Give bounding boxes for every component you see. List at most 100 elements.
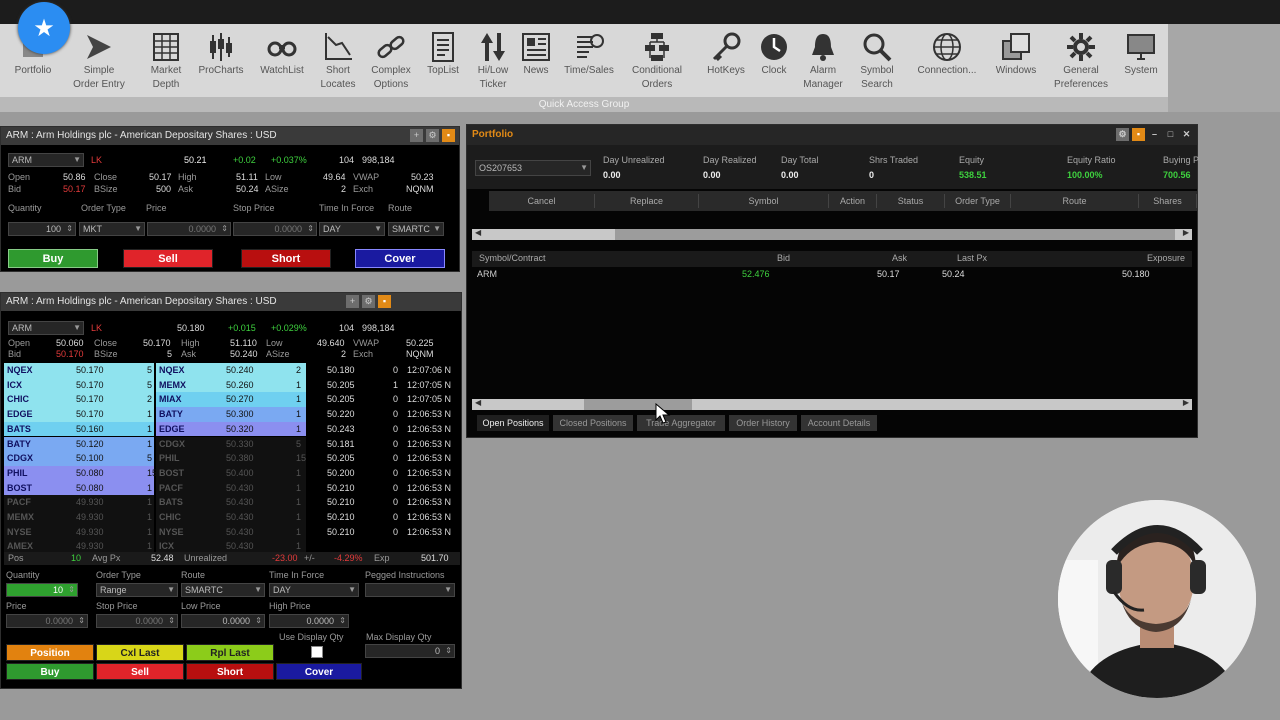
table-row[interactable]: BOST 50.400 1 <box>156 465 306 481</box>
settings-icon[interactable]: ⚙ <box>362 295 375 308</box>
sell-button[interactable]: Sell <box>96 663 184 680</box>
scrollbar-thumb[interactable] <box>615 229 1175 240</box>
table-row[interactable]: BATS 50.430 1 <box>156 495 306 510</box>
replace-last-button[interactable]: Rpl Last <box>186 644 274 661</box>
orders-horizontal-scrollbar[interactable]: ◀ ▶ <box>472 228 1192 240</box>
route-select[interactable]: SMARTC ▼ <box>181 583 265 597</box>
tab-account-details[interactable]: Account Details <box>801 415 877 431</box>
table-row[interactable]: CDGX 50.330 5 <box>156 436 306 452</box>
short-button[interactable]: Short <box>186 663 274 680</box>
table-row[interactable]: PACF 49.930 1 <box>4 495 154 510</box>
column-header[interactable]: Route <box>1011 194 1139 208</box>
favorite-star-icon[interactable]: ★ <box>18 2 70 54</box>
column-header[interactable]: Symbol/Contract <box>479 253 546 263</box>
tif-select[interactable]: DAY ▼ <box>319 222 385 236</box>
ribbon-symbol-search-button[interactable]: Symbol Search <box>843 30 911 92</box>
stop-price-input[interactable]: 0.0000 ⇕ <box>96 614 178 628</box>
table-row[interactable]: BOST 50.080 1 <box>4 480 154 496</box>
ribbon-windows-button[interactable]: Windows <box>982 30 1050 78</box>
sell-button[interactable]: Sell <box>123 249 213 268</box>
close-icon[interactable]: ✕ <box>1180 128 1193 141</box>
column-header[interactable]: Ask <box>892 253 907 263</box>
column-header[interactable]: Last Px <box>957 253 987 263</box>
tab-trade-aggregator[interactable]: Trade Aggregator <box>637 415 725 431</box>
table-row[interactable]: MEMX 49.930 1 <box>4 510 154 525</box>
ribbon-connection-button[interactable]: Connection... <box>913 30 981 78</box>
table-row[interactable]: CHIC 50.170 2 <box>4 392 154 408</box>
table-row[interactable]: NQEX 50.170 5 <box>4 363 154 378</box>
column-header[interactable]: Symbol <box>699 194 829 208</box>
column-header[interactable]: Action <box>829 194 877 208</box>
table-row[interactable]: PHIL 50.080 15 <box>4 465 157 481</box>
buy-button[interactable]: Buy <box>6 663 94 680</box>
table-row[interactable]: EDGE 50.170 1 <box>4 407 154 422</box>
link-color-icon[interactable]: ▪ <box>378 295 391 308</box>
ribbon-procharts-button[interactable]: ProCharts <box>187 30 255 78</box>
cancel-last-button[interactable]: Cxl Last <box>96 644 184 661</box>
table-row[interactable]: ICX 50.170 5 <box>4 377 154 393</box>
price-input[interactable]: 0.0000 ⇕ <box>147 222 231 236</box>
table-row[interactable]: PHIL 50.380 15 <box>156 451 306 466</box>
table-row[interactable]: EDGE 50.320 1 <box>156 421 306 437</box>
scroll-left-icon[interactable]: ◀ <box>475 228 481 237</box>
pegged-select[interactable]: ▼ <box>365 583 455 597</box>
scroll-right-icon[interactable]: ▶ <box>1183 398 1189 407</box>
order-type-select[interactable]: MKT ▼ <box>79 222 145 236</box>
scroll-left-icon[interactable]: ◀ <box>475 398 481 407</box>
column-header[interactable]: Exposure <box>1147 253 1185 263</box>
table-row[interactable]: BATY 50.300 1 <box>156 407 306 422</box>
table-row[interactable]: NQEX 50.240 2 <box>156 363 306 378</box>
stop-price-input[interactable]: 0.0000 ⇕ <box>233 222 317 236</box>
short-button[interactable]: Short <box>241 249 331 268</box>
ribbon-time-sales-button[interactable]: Time/Sales <box>555 30 623 78</box>
table-row[interactable]: NYSE 50.430 1 <box>156 524 306 540</box>
order-type-select[interactable]: Range ▼ <box>96 583 178 597</box>
price-input[interactable]: 0.0000 ⇕ <box>6 614 88 628</box>
quantity-stepper[interactable]: 100 ⇕ <box>8 222 76 236</box>
table-row[interactable]: MIAX 50.270 1 <box>156 392 306 408</box>
settings-icon[interactable]: ⚙ <box>426 129 439 142</box>
add-icon[interactable]: + <box>410 129 423 142</box>
settings-icon[interactable]: ⚙ <box>1116 128 1129 141</box>
tab-open-positions[interactable]: Open Positions <box>477 415 549 431</box>
tab-order-history[interactable]: Order History <box>729 415 797 431</box>
high-price-input[interactable]: 0.0000 ⇕ <box>269 614 349 628</box>
ribbon-conditional-orders-button[interactable]: Conditional Orders <box>623 30 691 92</box>
table-row[interactable]: MEMX 50.260 1 <box>156 377 306 393</box>
column-header[interactable]: Bid <box>777 253 790 263</box>
column-header[interactable]: Cancel <box>489 194 595 208</box>
symbol-select[interactable]: ARM ▼ <box>8 321 84 335</box>
ribbon-simple-order-entry-button[interactable]: Simple Order Entry <box>65 30 133 92</box>
minimize-icon[interactable]: – <box>1148 128 1161 141</box>
quantity-stepper[interactable]: 10 ⇕ <box>6 583 78 597</box>
order-entry-title-bar[interactable]: ARM : Arm Holdings plc - American Deposi… <box>1 127 459 145</box>
table-row[interactable]: ARM 52.476 50.17 50.24 50.180 <box>472 267 1192 281</box>
maximize-icon[interactable]: □ <box>1164 128 1177 141</box>
cover-button[interactable]: Cover <box>355 249 445 268</box>
column-header[interactable]: Replace <box>595 194 699 208</box>
level2-title-bar[interactable]: ARM : Arm Holdings plc - American Deposi… <box>1 293 461 311</box>
positions-horizontal-scrollbar[interactable]: ◀ ▶ <box>472 398 1192 410</box>
low-price-input[interactable]: 0.0000 ⇕ <box>181 614 265 628</box>
add-icon[interactable]: + <box>346 295 359 308</box>
table-row[interactable]: PACF 50.430 1 <box>156 480 306 496</box>
column-header[interactable]: Order Type <box>945 194 1011 208</box>
column-header[interactable]: Status <box>877 194 945 208</box>
table-row[interactable]: CDGX 50.100 5 <box>4 451 154 466</box>
account-select[interactable]: OS207653 ▼ <box>475 160 591 176</box>
column-header[interactable]: Shares <box>1139 194 1197 208</box>
tif-select[interactable]: DAY ▼ <box>269 583 359 597</box>
ribbon-system-button[interactable]: System <box>1107 30 1175 78</box>
scroll-right-icon[interactable]: ▶ <box>1183 228 1189 237</box>
table-row[interactable]: CHIC 50.430 1 <box>156 510 306 525</box>
table-row[interactable]: BATS 50.160 1 <box>4 421 154 437</box>
buy-button[interactable]: Buy <box>8 249 98 268</box>
max-display-qty-input[interactable]: 0 ⇕ <box>365 644 455 658</box>
use-display-qty-checkbox[interactable] <box>311 646 323 658</box>
symbol-select[interactable]: ARM ▼ <box>8 153 84 167</box>
route-select[interactable]: SMARTC ▼ <box>388 222 444 236</box>
position-button[interactable]: Position <box>6 644 94 661</box>
table-row[interactable]: NYSE 49.930 1 <box>4 524 154 540</box>
cover-button[interactable]: Cover <box>276 663 362 680</box>
portfolio-title-bar[interactable]: Portfolio ⚙ ▪ – □ ✕ <box>467 125 1197 145</box>
